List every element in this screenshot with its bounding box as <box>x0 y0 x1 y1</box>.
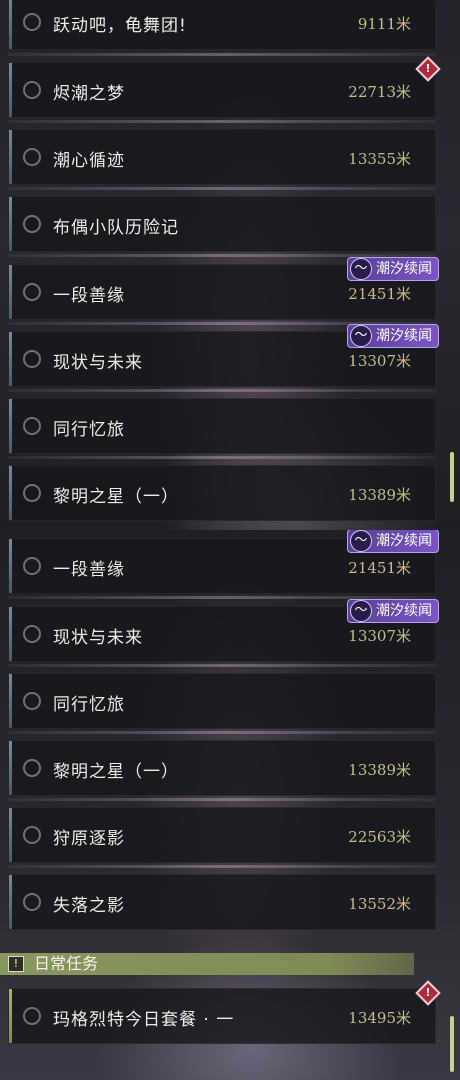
track-radio[interactable] <box>23 893 41 911</box>
quest-row[interactable]: 同行忆旅 <box>8 398 436 454</box>
quest-distance: 21451米 <box>348 285 411 303</box>
badge-label: 潮汐续闻 <box>376 603 432 619</box>
badge-label: 潮汐续闻 <box>376 261 432 277</box>
track-radio[interactable] <box>23 826 41 844</box>
track-radio[interactable] <box>23 557 41 575</box>
quest-distance: 9111米 <box>357 15 411 33</box>
tide-icon: 〜 <box>350 530 372 552</box>
tide-icon: 〜 <box>350 258 372 280</box>
row-separator <box>8 389 436 392</box>
quest-row[interactable]: 黎明之星（一） 13389米 <box>8 465 436 521</box>
quest-distance: 13307米 <box>348 627 411 645</box>
tide-icon: 〜 <box>350 325 372 347</box>
quest-title: 一段善缘 <box>53 286 125 306</box>
quest-title: 跃动吧，龟舞团! <box>53 16 187 36</box>
daily-quest-row[interactable]: 玛格烈特今日套餐 · 一 13495米 ! <box>8 980 441 1044</box>
track-radio[interactable] <box>23 759 41 777</box>
quest-title: 潮心循迹 <box>53 151 125 171</box>
quest-list-top: 跃动吧，龟舞团! 9111米 烬潮之梦 22713米 ! 潮心循迹 13355米… <box>0 0 460 530</box>
quest-row[interactable]: 狩原逐影 22563米 <box>8 807 436 863</box>
row-separator <box>8 664 436 667</box>
quest-title: 现状与未来 <box>53 353 143 373</box>
quest-title: 一段善缘 <box>53 560 125 580</box>
daily-quests-title: 日常任务 <box>34 954 99 973</box>
quest-row[interactable]: 布偶小队历险记 <box>8 196 436 252</box>
quest-list-bottom: 一段善缘 21451米 〜 潮汐续闻 现状与未来 13307米 〜 潮汐续闻 同… <box>0 530 460 1080</box>
quest-row[interactable]: 跃动吧，龟舞团! 9111米 <box>8 0 436 50</box>
track-radio[interactable] <box>23 13 41 31</box>
track-radio[interactable] <box>23 417 41 435</box>
track-radio[interactable] <box>23 484 41 502</box>
track-radio[interactable] <box>23 350 41 368</box>
row-separator <box>8 187 436 190</box>
quest-distance: 21451米 <box>348 559 411 577</box>
quest-title: 黎明之星（一） <box>53 487 179 507</box>
row-separator <box>8 731 436 734</box>
quest-row[interactable]: 一段善缘 21451米 〜 潮汐续闻 <box>8 257 439 320</box>
track-radio[interactable] <box>23 215 41 233</box>
quest-title: 玛格烈特今日套餐 · 一 <box>53 1010 235 1030</box>
daily-quests-header[interactable]: ! 日常任务 <box>0 953 414 975</box>
track-radio[interactable] <box>23 148 41 166</box>
quest-row[interactable]: 现状与未来 13307米 〜 潮汐续闻 <box>8 599 439 662</box>
quest-row[interactable]: 同行忆旅 <box>8 673 436 729</box>
row-separator <box>8 865 436 868</box>
quest-row[interactable]: 黎明之星（一） 13389米 <box>8 740 436 796</box>
track-radio[interactable] <box>23 81 41 99</box>
tide-story-badge: 〜 潮汐续闻 <box>347 599 439 623</box>
quest-distance: 22563米 <box>348 828 411 846</box>
track-radio[interactable] <box>23 1007 41 1025</box>
quest-row[interactable]: 潮心循迹 13355米 <box>8 129 436 185</box>
quest-distance: 13389米 <box>348 761 411 779</box>
tide-story-badge: 〜 潮汐续闻 <box>347 257 439 281</box>
quest-title: 烬潮之梦 <box>53 84 125 104</box>
tide-story-badge: 〜 潮汐续闻 <box>347 324 439 348</box>
quest-row[interactable]: 烬潮之梦 22713米 ! <box>8 56 441 118</box>
quest-title: 同行忆旅 <box>53 695 125 715</box>
quest-distance: 13307米 <box>348 352 411 370</box>
scrollbar-thumb[interactable] <box>450 1016 454 1072</box>
quest-row[interactable]: 失落之影 13552米 <box>8 874 436 930</box>
badge-label: 潮汐续闻 <box>376 533 432 549</box>
tide-story-badge: 〜 潮汐续闻 <box>347 530 439 553</box>
quest-title: 现状与未来 <box>53 628 143 648</box>
quest-distance: 13355米 <box>348 150 411 168</box>
quest-row[interactable]: 现状与未来 13307米 〜 潮汐续闻 <box>8 324 439 387</box>
quest-distance: 22713米 <box>348 83 411 101</box>
track-radio[interactable] <box>23 692 41 710</box>
quest-row[interactable]: 一段善缘 21451米 〜 潮汐续闻 <box>8 530 439 594</box>
track-radio[interactable] <box>23 283 41 301</box>
quest-title: 失落之影 <box>53 896 125 916</box>
quest-distance: 13389米 <box>348 486 411 504</box>
row-separator <box>8 798 436 801</box>
row-separator <box>8 120 436 123</box>
tide-icon: 〜 <box>350 600 372 622</box>
badge-label: 潮汐续闻 <box>376 328 432 344</box>
quest-title: 狩原逐影 <box>53 829 125 849</box>
quest-distance: 13495米 <box>348 1009 411 1027</box>
track-radio[interactable] <box>23 625 41 643</box>
scrollbar-thumb[interactable] <box>450 452 454 502</box>
row-separator <box>8 456 436 459</box>
daily-quest-icon: ! <box>8 956 24 972</box>
quest-title: 同行忆旅 <box>53 420 125 440</box>
quest-title: 布偶小队历险记 <box>53 218 179 238</box>
quest-title: 黎明之星（一） <box>53 762 179 782</box>
row-separator <box>8 53 436 56</box>
quest-distance: 13552米 <box>348 895 411 913</box>
